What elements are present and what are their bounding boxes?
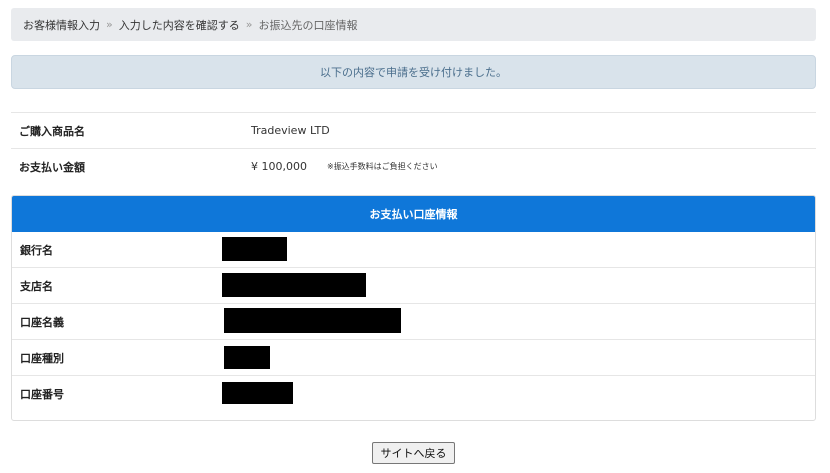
bank-panel-header: お支払い口座情報 (12, 196, 815, 232)
alert-message: 以下の内容で申請を受け付けました。 (320, 66, 507, 79)
success-alert: 以下の内容で申請を受け付けました。 (11, 55, 816, 89)
account-type-label: 口座種別 (20, 351, 64, 365)
back-to-site-button[interactable]: サイトへ戻る (372, 442, 455, 464)
branch-name-label: 支店名 (20, 279, 53, 293)
product-value: Tradeview LTD (251, 124, 330, 137)
breadcrumb: お客様情報入力 » 入力した内容を確認する » お振込先の口座情報 (11, 8, 816, 41)
account-holder-label: 口座名義 (20, 315, 64, 329)
bank-panel-title: お支払い口座情報 (369, 208, 458, 221)
transfer-fee-note: ※振込手数料はご負担ください (326, 162, 438, 171)
redacted-account-number (222, 382, 293, 404)
account-holder-row: 口座名義 (12, 304, 815, 340)
account-type-row: 口座種別 (12, 340, 815, 376)
account-number-row: 口座番号 (12, 376, 815, 412)
redacted-branch-name (222, 273, 366, 297)
bank-name-label: 銀行名 (20, 243, 53, 257)
account-number-label: 口座番号 (20, 388, 64, 401)
branch-name-row: 支店名 (12, 268, 815, 304)
product-label: ご購入商品名 (19, 124, 85, 138)
breadcrumb-item-confirm[interactable]: 入力した内容を確認する (119, 17, 240, 33)
breadcrumb-item-transfer-account: お振込先の口座情報 (258, 18, 358, 32)
redacted-account-type (224, 346, 270, 369)
bank-account-panel: お支払い口座情報 銀行名 支店名 口座名義 口座種別 口座番号 (11, 195, 816, 421)
redacted-account-holder (224, 308, 401, 333)
breadcrumb-separator: » (106, 18, 113, 31)
redacted-bank-name (222, 237, 287, 261)
product-row: ご購入商品名 Tradeview LTD (11, 112, 816, 148)
order-summary-table: ご購入商品名 Tradeview LTD お支払い金額 ¥ 100,000 ※振… (11, 112, 816, 184)
amount-row: お支払い金額 ¥ 100,000 ※振込手数料はご負担ください (11, 148, 816, 184)
breadcrumb-separator: » (245, 18, 253, 31)
bank-name-row: 銀行名 (12, 232, 815, 268)
breadcrumb-item-customer-info[interactable]: お客様情報入力 (23, 17, 100, 33)
amount-label: お支払い金額 (19, 160, 85, 174)
amount-value: ¥ 100,000 (251, 160, 307, 173)
